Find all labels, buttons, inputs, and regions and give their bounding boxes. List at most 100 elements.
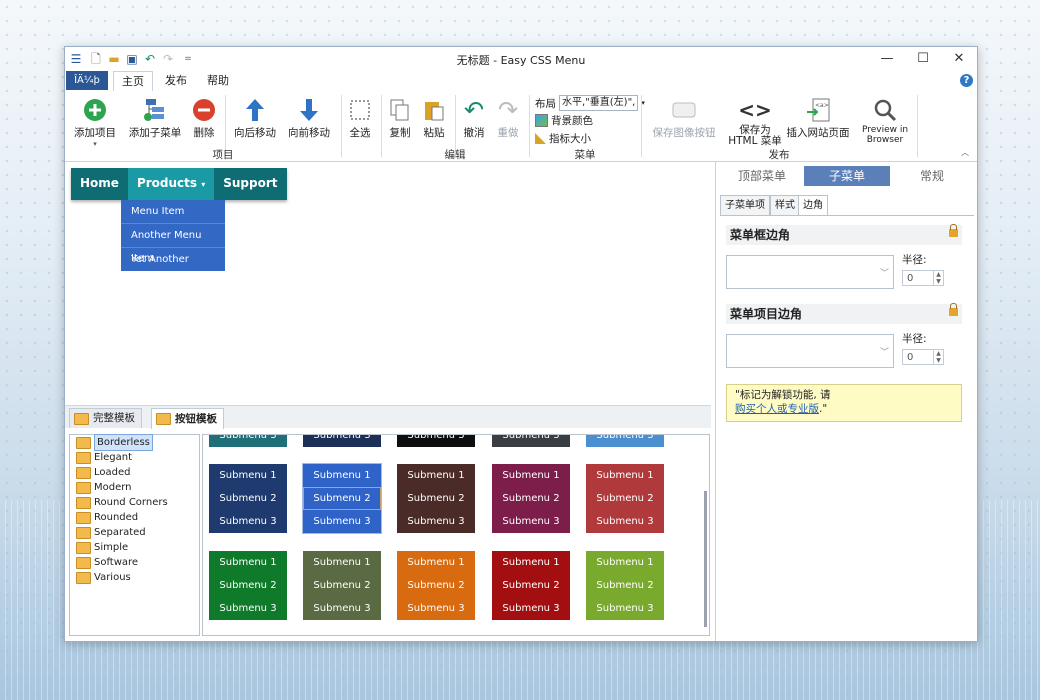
undo-button[interactable]: ↶ 撤消 (459, 95, 489, 140)
redo-button[interactable]: ↷ 重做 (493, 95, 523, 140)
folder-icon (76, 481, 91, 494)
submenu-sample: Submenu 2 (596, 580, 654, 591)
section-menu-item-corners: 菜单项目边角 (726, 303, 962, 324)
template-swatch[interactable]: Submenu 3 (209, 435, 287, 447)
stepper-arrows-icon[interactable]: ▲ ▼ (933, 271, 943, 285)
tab-publish[interactable]: 发布 (157, 71, 195, 90)
submenu-sample: Submenu 2 (407, 580, 465, 591)
save-image-button[interactable]: 保存图像按钮 (649, 95, 719, 140)
submenu-sample: Submenu 3 (407, 516, 465, 527)
chevron-down-icon: ▾ (201, 180, 206, 189)
move-back-button[interactable]: 向后移动 (231, 95, 279, 140)
tab-button-templates[interactable]: 按钮模板 (151, 408, 224, 429)
menu-item-support[interactable]: Support (214, 168, 286, 200)
minimize-icon[interactable]: — (869, 47, 905, 71)
folder-icon (76, 571, 91, 584)
submenu-sample: Submenu 2 (219, 580, 277, 591)
preview-in-browser-button[interactable]: Preview in Browser (855, 95, 915, 145)
tab-submenu[interactable]: 子菜单 (804, 166, 890, 186)
tab-top-menu[interactable]: 顶部菜单 (722, 166, 802, 186)
menu-item-products[interactable]: Products ▾ (127, 168, 215, 200)
save-html-button[interactable]: <> 保存为 HTML 菜单 (725, 95, 785, 147)
template-swatch[interactable]: Submenu 3 (303, 435, 381, 447)
tree-item[interactable]: Various (70, 570, 199, 585)
template-swatch[interactable]: Submenu 1 Submenu 2 Submenu 3 (586, 551, 664, 620)
preview-menu-bar: Home Products ▾ Support (71, 168, 287, 200)
template-swatch[interactable]: Submenu 1 Submenu 2 Submenu 3 (303, 551, 381, 620)
template-swatch[interactable]: Submenu 1 Submenu 2 Submenu 3 (586, 464, 664, 533)
insert-web-page-button[interactable]: <a> 插入网站页面 (785, 95, 851, 140)
tab-help[interactable]: 帮助 (199, 71, 237, 90)
layout-row: 布局 水平,"垂直(左)", ▾ (535, 95, 645, 111)
radius-label: 半径: (902, 254, 927, 266)
subtab-style[interactable]: 样式 (770, 195, 800, 216)
template-swatch[interactable]: Submenu 1 Submenu 2 Submenu 3 (209, 464, 287, 533)
menu-canvas[interactable]: Home Products ▾ Support Menu Item Anothe… (65, 162, 711, 402)
tree-item[interactable]: Elegant (70, 450, 199, 465)
submenu-sample: Submenu 1 (596, 470, 654, 481)
layout-select[interactable]: 水平,"垂直(左)", (559, 95, 639, 111)
submenu-sample: Submenu 2 (502, 580, 560, 591)
maximize-icon[interactable]: ☐ (905, 47, 941, 71)
template-swatch[interactable]: Submenu 1 Submenu 2 Submenu 3 (209, 551, 287, 620)
copy-icon (385, 95, 415, 125)
dropdown-item[interactable]: Menu Item (121, 200, 225, 224)
template-swatch[interactable]: Submenu 1 Submenu 2 Submenu 3 (492, 551, 570, 620)
template-swatch[interactable]: Submenu 1 Submenu 2 Submenu 3 (492, 464, 570, 533)
file-tab[interactable]: ÎÄ¼þ (66, 71, 108, 90)
delete-button[interactable]: 删除 (189, 95, 219, 140)
subtab-submenu-items[interactable]: 子菜单项 (720, 195, 770, 216)
tree-item[interactable]: Rounded (70, 510, 199, 525)
template-swatch[interactable]: Submenu 1 Submenu 2 Submenu 3 (397, 464, 475, 533)
ruler-triangle-icon (535, 133, 546, 144)
template-swatch[interactable]: Submenu 3 (586, 435, 664, 447)
stepper-arrows-icon[interactable]: ▲ ▼ (933, 350, 943, 364)
dropdown-item[interactable]: Yet Another (121, 248, 225, 271)
subtab-corners[interactable]: 边角 (798, 195, 828, 216)
menu-item-corner-select[interactable]: ﹀ (726, 334, 894, 368)
pointer-size-button[interactable]: 指标大小 (535, 131, 591, 146)
tree-item[interactable]: Software (70, 555, 199, 570)
gallery-scrollbar[interactable] (704, 491, 707, 627)
template-swatch[interactable]: Submenu 1 Submenu 2 Submenu 3 (397, 551, 475, 620)
add-submenu-button[interactable]: 添加子菜单 (127, 95, 183, 140)
folder-icon (74, 412, 89, 425)
add-item-button[interactable]: 添加项目 ▾ (73, 95, 117, 148)
tree-item[interactable]: Modern (70, 480, 199, 495)
template-swatch[interactable]: Submenu 3 (492, 435, 570, 447)
submenu-sample: Submenu 3 (219, 516, 277, 527)
help-icon[interactable]: ? (960, 74, 973, 87)
submenu-sample: Submenu 3 (313, 516, 371, 527)
tree-item[interactable]: Borderless (70, 434, 199, 451)
tab-home[interactable]: 主页 (113, 71, 153, 93)
dropdown-item[interactable]: Another Menu Item (121, 224, 225, 264)
bg-color-button[interactable]: 背景颜色 (535, 113, 593, 128)
preview-dropdown: Menu Item Another Menu Item Yet Another (121, 200, 225, 271)
lock-icon (949, 224, 958, 237)
tab-general[interactable]: 常规 (892, 166, 972, 186)
radius-stepper[interactable]: 0 ▲ ▼ (902, 349, 944, 365)
menu-item-home[interactable]: Home (71, 168, 128, 200)
collapse-ribbon-icon[interactable]: ︿ (961, 147, 969, 158)
image-button-icon (649, 95, 719, 125)
submenu-sample: Submenu 3 (303, 435, 381, 447)
template-swatch[interactable]: Submenu 3 (397, 435, 475, 447)
tree-item[interactable]: Round Corners (70, 495, 199, 510)
tree-item[interactable]: Simple (70, 540, 199, 555)
tab-full-templates[interactable]: 完整模板 (69, 408, 142, 428)
group-label-edit: 编辑 (444, 149, 466, 161)
tree-item[interactable]: Loaded (70, 465, 199, 480)
magnifier-icon (855, 95, 915, 125)
menu-box-corner-select[interactable]: ﹀ (726, 255, 894, 289)
buy-link[interactable]: 购买个人或专业版 (735, 403, 819, 415)
paste-button[interactable]: 粘贴 (419, 95, 449, 140)
close-icon[interactable]: ✕ (941, 47, 977, 71)
copy-button[interactable]: 复制 (385, 95, 415, 140)
submenu-sample: Submenu 3 (407, 603, 465, 614)
move-forward-button[interactable]: 向前移动 (285, 95, 333, 140)
tree-item[interactable]: Separated (70, 525, 199, 540)
template-swatch[interactable]: Submenu 1 Submenu 2 Submenu 3 (302, 463, 382, 534)
radius-stepper[interactable]: 0 ▲ ▼ (902, 270, 944, 286)
select-all-button[interactable]: 全选 (345, 95, 375, 140)
ribbon-tabs: ÎÄ¼þ 主页 发布 帮助 ? (65, 71, 977, 93)
